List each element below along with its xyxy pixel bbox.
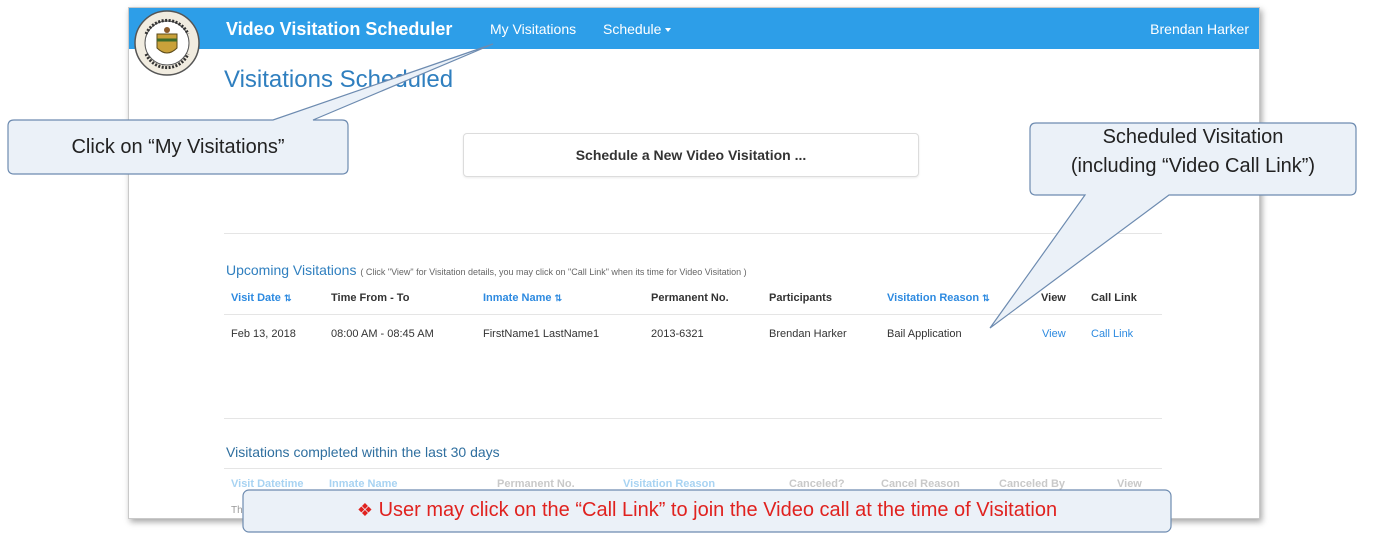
callout-scheduled-line1: Scheduled Visitation bbox=[1102, 126, 1284, 148]
callout-my-visitations-text: Click on “My Visitations” bbox=[71, 136, 285, 158]
callout-scheduled-visitation-text: Scheduled Visitation (including “Video C… bbox=[1030, 123, 1356, 181]
bottom-note: ❖ User may click on the “Call Link” to j… bbox=[243, 490, 1171, 532]
callouts-overlay bbox=[7, 43, 1357, 533]
diamond-bullet-icon: ❖ bbox=[356, 500, 374, 520]
bottom-note-text: User may click on the “Call Link” to joi… bbox=[378, 499, 1058, 521]
callout-scheduled-line2: (including “Video Call Link”) bbox=[1070, 155, 1316, 177]
